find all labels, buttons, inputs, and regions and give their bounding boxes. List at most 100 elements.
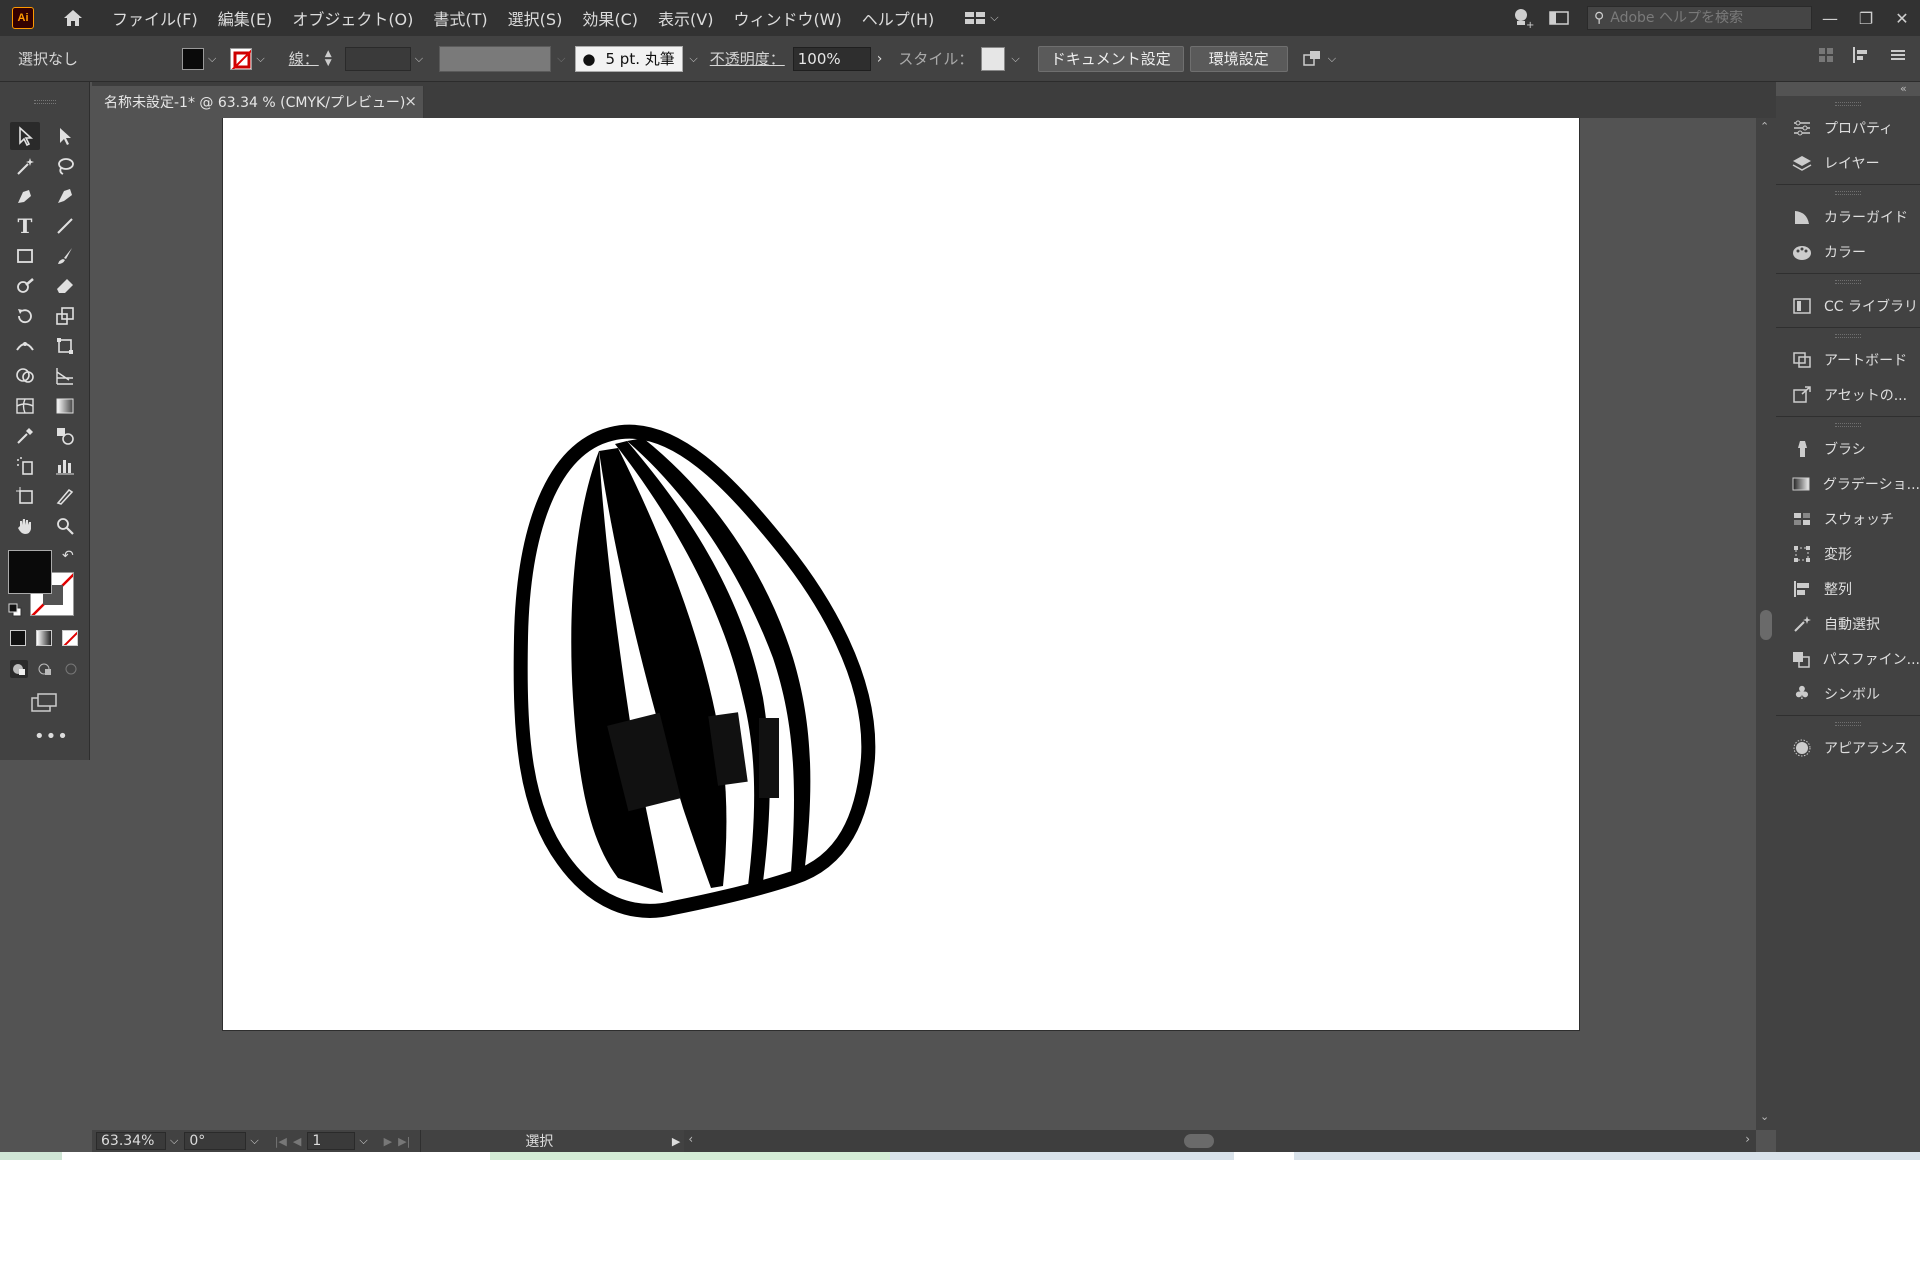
scroll-right-icon[interactable]: › (1745, 1132, 1750, 1146)
menu-view[interactable]: 表示(V) (658, 6, 713, 30)
artboard-number-field[interactable]: 1 (307, 1132, 356, 1150)
pen-tool[interactable] (10, 182, 40, 210)
help-search-input[interactable] (1610, 10, 1791, 26)
artboards-panel-button[interactable]: アートボード (1776, 342, 1920, 377)
prev-artboard-icon[interactable]: ◀ (293, 1135, 301, 1148)
canvas-area[interactable] (92, 118, 1754, 1130)
current-tool-status[interactable]: 選択 ▶ (420, 1130, 685, 1152)
eyedropper-tool[interactable] (10, 422, 40, 450)
close-window-button[interactable]: ✕ (1884, 0, 1920, 36)
brush-definition[interactable]: ● 5 pt. 丸筆 (575, 45, 684, 72)
panel-grip[interactable] (1835, 280, 1861, 284)
scroll-left-icon[interactable]: ‹ (688, 1132, 693, 1146)
rectangle-tool[interactable] (10, 242, 40, 270)
document-tab[interactable]: 名称未設定-1* @ 63.34 % (CMYK/プレビュー) × (92, 86, 424, 118)
panel-grip[interactable] (1835, 334, 1861, 338)
home-button[interactable] (60, 6, 86, 30)
slice-tool[interactable] (50, 482, 80, 510)
paintbrush-tool[interactable] (50, 242, 80, 270)
stroke-weight-stepper[interactable]: ▲ ▼ (325, 47, 339, 71)
rotate-tool[interactable] (10, 302, 40, 330)
type-tool[interactable]: T (10, 212, 40, 240)
gradient-mode-button[interactable] (36, 630, 52, 646)
draw-inside-icon[interactable] (62, 660, 80, 678)
panel-grip[interactable] (1835, 191, 1861, 195)
magic-wand-panel-button[interactable]: 自動選択 (1776, 606, 1920, 641)
swatches-panel-button[interactable]: スウォッチ (1776, 501, 1920, 536)
scroll-up-icon[interactable]: ⌃ (1760, 120, 1769, 133)
horizontal-scrollbar[interactable]: ‹ › (684, 1130, 1756, 1152)
chevron-down-icon[interactable]: ⌵ (557, 52, 565, 66)
eraser-tool[interactable] (50, 272, 80, 300)
fill-color-box-front[interactable] (8, 550, 52, 594)
scroll-down-icon[interactable]: ⌄ (1760, 1110, 1769, 1123)
chevron-down-icon[interactable]: ⌵ (208, 52, 216, 66)
menu-object[interactable]: オブジェクト(O) (292, 6, 413, 30)
chevron-down-icon[interactable]: ⌵ (689, 52, 697, 66)
variable-width-profile[interactable] (439, 45, 552, 72)
screen-mode-icon[interactable] (30, 692, 58, 714)
chevron-down-icon[interactable]: ⌵ (415, 52, 423, 66)
column-graph-tool[interactable] (50, 452, 80, 480)
lasso-tool[interactable] (50, 152, 80, 180)
menu-edit[interactable]: 編集(E) (218, 6, 273, 30)
menu-window[interactable]: ウィンドウ(W) (733, 6, 841, 30)
color-guide-panel-button[interactable]: カラーガイド (1776, 199, 1920, 234)
minimize-button[interactable]: — (1812, 0, 1848, 36)
symbol-sprayer-tool[interactable] (10, 452, 40, 480)
none-mode-button[interactable] (62, 630, 78, 646)
panel-menu-icon[interactable] (1890, 48, 1906, 62)
layers-panel-button[interactable]: レイヤー (1776, 145, 1920, 180)
asset-export-panel-button[interactable]: アセットの... (1776, 377, 1920, 412)
draw-behind-icon[interactable] (36, 660, 54, 678)
color-panel-button[interactable]: カラー (1776, 234, 1920, 269)
curvature-tool[interactable] (50, 182, 80, 210)
free-transform-tool[interactable] (50, 332, 80, 360)
symbols-panel-button[interactable]: ♣ シンボル (1776, 676, 1920, 711)
sunflower-seed-artwork[interactable] (223, 118, 1579, 1030)
more-tools-icon[interactable]: ••• (34, 726, 69, 747)
chevron-down-icon[interactable]: ⌵ (256, 52, 264, 66)
chevron-down-icon[interactable]: ⌵ (170, 1134, 178, 1148)
collapse-right-panel[interactable]: « (1900, 82, 1907, 95)
transform-panel-button[interactable]: 変形 (1776, 536, 1920, 571)
artboard[interactable] (223, 118, 1579, 1030)
vertical-scroll-thumb[interactable] (1760, 610, 1772, 640)
fill-swatch[interactable] (182, 47, 205, 70)
workspace-switcher[interactable]: ⌵ (964, 10, 999, 26)
hand-tool[interactable] (10, 512, 40, 540)
panel-grip[interactable] (1835, 423, 1861, 427)
menu-file[interactable]: ファイル(F) (112, 6, 198, 30)
appearance-panel-button[interactable]: アピアランス (1776, 730, 1920, 765)
magic-wand-tool[interactable] (10, 152, 40, 180)
direct-selection-tool[interactable] (50, 122, 80, 150)
chevron-right-icon[interactable]: › (877, 51, 883, 67)
brushes-panel-button[interactable]: ブラシ (1776, 431, 1920, 466)
panel-grip[interactable] (34, 100, 56, 104)
arrange-icon-button[interactable]: ⌵ (1302, 49, 1336, 69)
horizontal-scroll-thumb[interactable] (1184, 1134, 1215, 1148)
perspective-grid-tool[interactable] (50, 362, 80, 390)
stroke-weight-input[interactable] (344, 46, 411, 71)
last-artboard-icon[interactable]: ▶| (398, 1135, 410, 1148)
cc-libraries-panel-button[interactable]: CC ライブラリ (1776, 288, 1920, 323)
arrange-documents-button[interactable] (1541, 0, 1577, 36)
help-search-box[interactable]: ⚲ (1587, 6, 1812, 30)
align-panel-button[interactable]: 整列 (1776, 571, 1920, 606)
align-grid-icon[interactable] (1818, 47, 1834, 63)
user-account-button[interactable]: + (1505, 0, 1541, 36)
preferences-button[interactable]: 環境設定 (1189, 45, 1288, 72)
panel-grip[interactable] (1835, 722, 1861, 726)
width-tool[interactable] (10, 332, 40, 360)
line-tool[interactable] (50, 212, 80, 240)
gradient-tool[interactable] (50, 392, 80, 420)
stroke-label[interactable]: 線： (289, 48, 319, 69)
opacity-label[interactable]: 不透明度： (710, 48, 785, 69)
document-settings-button[interactable]: ドキュメント設定 (1037, 45, 1184, 72)
menu-help[interactable]: ヘルプ(H) (862, 6, 935, 30)
selection-tool[interactable] (10, 122, 40, 150)
swap-colors-icon[interactable]: ↶ (62, 548, 74, 564)
artboard-tool[interactable] (10, 482, 40, 510)
graphic-style-swatch[interactable] (981, 46, 1006, 71)
chevron-down-icon[interactable]: ⌵ (1011, 52, 1019, 66)
